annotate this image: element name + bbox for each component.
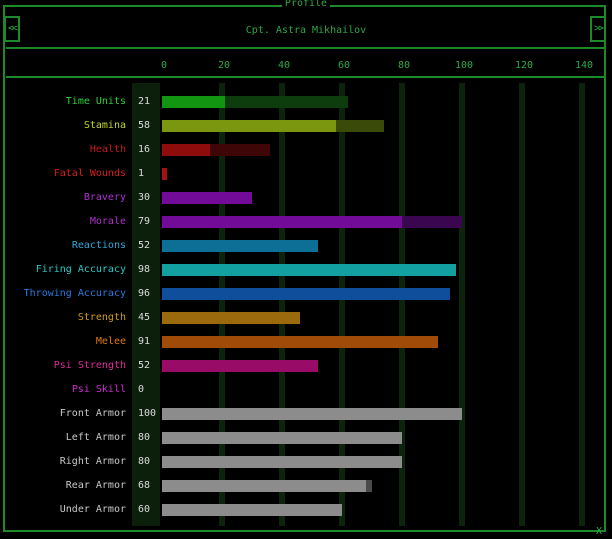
- stat-label: Fatal Wounds: [53, 168, 126, 179]
- stat-current-bar: [162, 168, 167, 180]
- stat-row-bravery: Bravery 30: [0, 191, 612, 205]
- stat-label: Stamina: [83, 120, 126, 131]
- stat-current-bar: [162, 192, 252, 204]
- stat-row-throwing-accuracy: Throwing Accuracy 96: [0, 287, 612, 301]
- stat-row-morale: Morale 79: [0, 215, 612, 229]
- stat-current-bar: [162, 432, 402, 444]
- stat-label: Reactions: [71, 240, 126, 251]
- stat-current-bar: [162, 480, 366, 492]
- stat-row-stamina: Stamina 58: [0, 119, 612, 133]
- close-button[interactable]: X: [596, 526, 602, 537]
- stat-value: 96: [138, 288, 151, 299]
- divider: [6, 76, 606, 78]
- stat-current-bar: [162, 312, 300, 324]
- stat-current-bar: [162, 288, 450, 300]
- scale-tick-label: 100: [454, 60, 474, 71]
- window-title-text: Profile: [281, 0, 331, 9]
- scale-tick-label: 140: [574, 60, 594, 71]
- stat-value: 45: [138, 312, 151, 323]
- stat-value: 21: [138, 96, 151, 107]
- stat-row-time-units: Time Units 21: [0, 95, 612, 109]
- soldier-name: Cpt. Astra Mikhailov: [245, 25, 367, 36]
- stat-label: Front Armor: [59, 408, 126, 419]
- stat-row-strength: Strength 45: [0, 311, 612, 325]
- stat-label: Morale: [89, 216, 126, 227]
- stat-current-bar: [162, 240, 318, 252]
- stat-label: Psi Skill: [71, 384, 126, 395]
- stat-label: Throwing Accuracy: [23, 288, 126, 299]
- stat-value: 98: [138, 264, 151, 275]
- stat-value: 80: [138, 432, 151, 443]
- stat-value: 16: [138, 144, 151, 155]
- stat-value: 1: [138, 168, 145, 179]
- stat-value: 58: [138, 120, 151, 131]
- stat-current-bar: [162, 144, 210, 156]
- stat-row-front-armor: Front Armor 100: [0, 407, 612, 421]
- stat-current-bar: [162, 264, 456, 276]
- stat-row-psi-strength: Psi Strength 52: [0, 359, 612, 373]
- stat-value: 0: [138, 384, 145, 395]
- stat-value: 52: [138, 360, 151, 371]
- stat-current-bar: [162, 408, 462, 420]
- stat-label: Rear Armor: [65, 480, 126, 491]
- scale-tick-label: 20: [217, 60, 231, 71]
- stat-value: 60: [138, 504, 151, 515]
- stat-value: 52: [138, 240, 151, 251]
- stat-value: 80: [138, 456, 151, 467]
- stat-value: 68: [138, 480, 151, 491]
- stat-label: Bravery: [83, 192, 126, 203]
- stat-label: Right Armor: [59, 456, 126, 467]
- stat-row-fatal-wounds: Fatal Wounds 1: [0, 167, 612, 181]
- stat-current-bar: [162, 456, 402, 468]
- divider: [6, 47, 606, 49]
- stat-label: Psi Strength: [53, 360, 126, 371]
- stat-value: 100: [138, 408, 157, 419]
- stat-row-melee: Melee 91: [0, 335, 612, 349]
- stat-row-firing-accuracy: Firing Accuracy 98: [0, 263, 612, 277]
- stat-current-bar: [162, 120, 336, 132]
- stat-row-rear-armor: Rear Armor 68: [0, 479, 612, 493]
- scale-tick-label: 60: [337, 60, 351, 71]
- scale-tick-label: 80: [397, 60, 411, 71]
- stat-row-reactions: Reactions 52: [0, 239, 612, 253]
- stat-label: Strength: [77, 312, 126, 323]
- stat-label: Time Units: [65, 96, 126, 107]
- scale-tick-label: 0: [160, 60, 168, 71]
- scale-tick-label: 40: [277, 60, 291, 71]
- stat-current-bar: [162, 216, 402, 228]
- stat-label: Health: [89, 144, 126, 155]
- stat-current-bar: [162, 336, 438, 348]
- stat-label: Under Armor: [59, 504, 126, 515]
- stat-current-bar: [162, 504, 342, 516]
- stat-value: 30: [138, 192, 151, 203]
- stat-value: 79: [138, 216, 151, 227]
- stat-row-right-armor: Right Armor 80: [0, 455, 612, 469]
- stat-row-psi-skill: Psi Skill 0: [0, 383, 612, 397]
- stat-row-health: Health 16: [0, 143, 612, 157]
- stat-value: 91: [138, 336, 151, 347]
- scale-tick-label: 120: [514, 60, 534, 71]
- stat-row-left-armor: Left Armor 80: [0, 431, 612, 445]
- stat-current-bar: [162, 96, 225, 108]
- stat-label: Firing Accuracy: [35, 264, 126, 275]
- stat-current-bar: [162, 360, 318, 372]
- stat-label: Left Armor: [65, 432, 126, 443]
- stat-label: Melee: [95, 336, 126, 347]
- window-title: Profile: [0, 0, 612, 9]
- stat-row-under-armor: Under Armor 60: [0, 503, 612, 517]
